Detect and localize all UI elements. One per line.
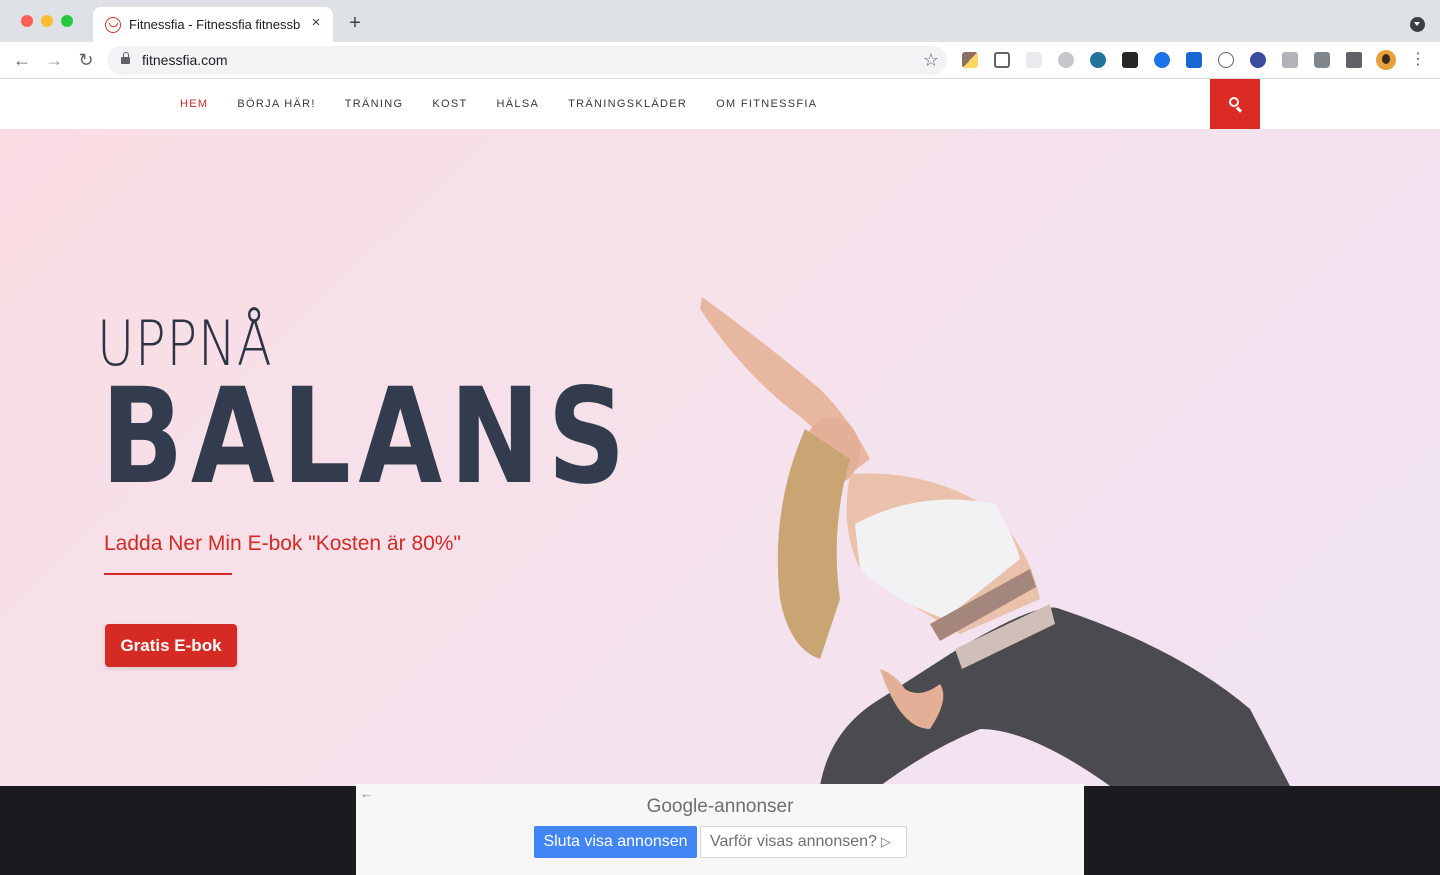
- c-extension-icon[interactable]: [1250, 52, 1266, 68]
- browser-tab[interactable]: Fitnessfia - Fitnessfia fitnessbl ×: [93, 7, 333, 42]
- medium-extension-icon[interactable]: [1122, 52, 1138, 68]
- browser-tab-bar: Fitnessfia - Fitnessfia fitnessbl × +: [0, 0, 1440, 42]
- puzzle-extensions-icon[interactable]: [1346, 52, 1362, 68]
- search-button[interactable]: [1210, 79, 1260, 129]
- address-bar[interactable]: fitnessfia.com ☆: [107, 46, 947, 75]
- eyedropper-extension-icon[interactable]: [962, 52, 978, 68]
- main-navigation: HEM BÖRJA HÄR! TRÄNING KOST HÄLSA TRÄNIN…: [180, 98, 846, 110]
- info-extension-icon[interactable]: [1218, 52, 1234, 68]
- nav-item-om-fitnessfia[interactable]: OM FITNESSFIA: [716, 98, 817, 110]
- back-arrow-icon[interactable]: ←: [11, 49, 33, 71]
- nav-item-traningsklader[interactable]: TRÄNINGSKLÄDER: [568, 98, 687, 110]
- why-this-ad-button[interactable]: Varför visas annonsen? ▷: [700, 826, 907, 858]
- ad-choices-icon: ▷: [880, 834, 891, 849]
- close-tab-icon[interactable]: ×: [307, 14, 325, 32]
- camera-extension-icon[interactable]: [1314, 52, 1330, 68]
- site-favicon-icon: [105, 17, 121, 33]
- reload-icon[interactable]: ↻: [75, 49, 97, 71]
- hair: [777, 429, 850, 659]
- stop-showing-ad-button[interactable]: Sluta visa annonsen: [534, 826, 697, 858]
- browser-toolbar: ← → ↻ fitnessfia.com ☆ ⋮: [0, 42, 1440, 79]
- google-ad-feedback-box: ← Google-annonser Sluta visa annonsen Va…: [356, 784, 1084, 875]
- grid-extension-icon[interactable]: [1026, 52, 1042, 68]
- screenshot-extension-icon[interactable]: [994, 52, 1010, 68]
- arrow-extension-icon[interactable]: [1154, 52, 1170, 68]
- leggings: [820, 607, 1290, 786]
- new-tab-button[interactable]: +: [344, 12, 366, 34]
- browser-menu-icon[interactable]: ⋮: [1410, 49, 1426, 71]
- why-this-ad-label: Varför visas annonsen?: [710, 833, 877, 850]
- google-ads-label: Google-annonser: [356, 796, 1084, 818]
- wordpress-extension-icon[interactable]: [1090, 52, 1106, 68]
- shade-extension-icon[interactable]: [1058, 52, 1074, 68]
- google-logo-text: Google: [646, 796, 708, 817]
- yoga-woman-image: [700, 297, 1290, 786]
- nav-item-traning[interactable]: TRÄNING: [345, 98, 404, 110]
- lock-icon[interactable]: [121, 52, 130, 64]
- search-icon-handle: [1236, 106, 1243, 113]
- nav-item-halsa[interactable]: HÄLSA: [497, 98, 540, 110]
- site-header: HEM BÖRJA HÄR! TRÄNING KOST HÄLSA TRÄNIN…: [0, 79, 1440, 129]
- bookmark-star-icon[interactable]: ☆: [923, 49, 939, 71]
- maximize-window-button[interactable]: [61, 15, 73, 27]
- ads-suffix-text: -annonser: [707, 796, 794, 817]
- nav-item-borja-har[interactable]: BÖRJA HÄR!: [237, 98, 315, 110]
- js-extension-icon[interactable]: [1282, 52, 1298, 68]
- hero-section: UPPNÅ BALANS Ladda Ner Min E-bok "Kosten…: [0, 129, 1440, 786]
- nav-item-kost[interactable]: KOST: [432, 98, 467, 110]
- nav-item-hem[interactable]: HEM: [180, 98, 208, 110]
- tab-title: Fitnessfia - Fitnessfia fitnessbl: [129, 17, 301, 32]
- close-window-button[interactable]: [21, 15, 33, 27]
- tab-search-icon[interactable]: [1410, 17, 1425, 32]
- profile-avatar[interactable]: [1376, 50, 1396, 70]
- forward-arrow-icon[interactable]: →: [43, 49, 65, 71]
- url-text[interactable]: fitnessfia.com: [142, 52, 228, 68]
- minimize-window-button[interactable]: [41, 15, 53, 27]
- code-extension-icon[interactable]: [1186, 52, 1202, 68]
